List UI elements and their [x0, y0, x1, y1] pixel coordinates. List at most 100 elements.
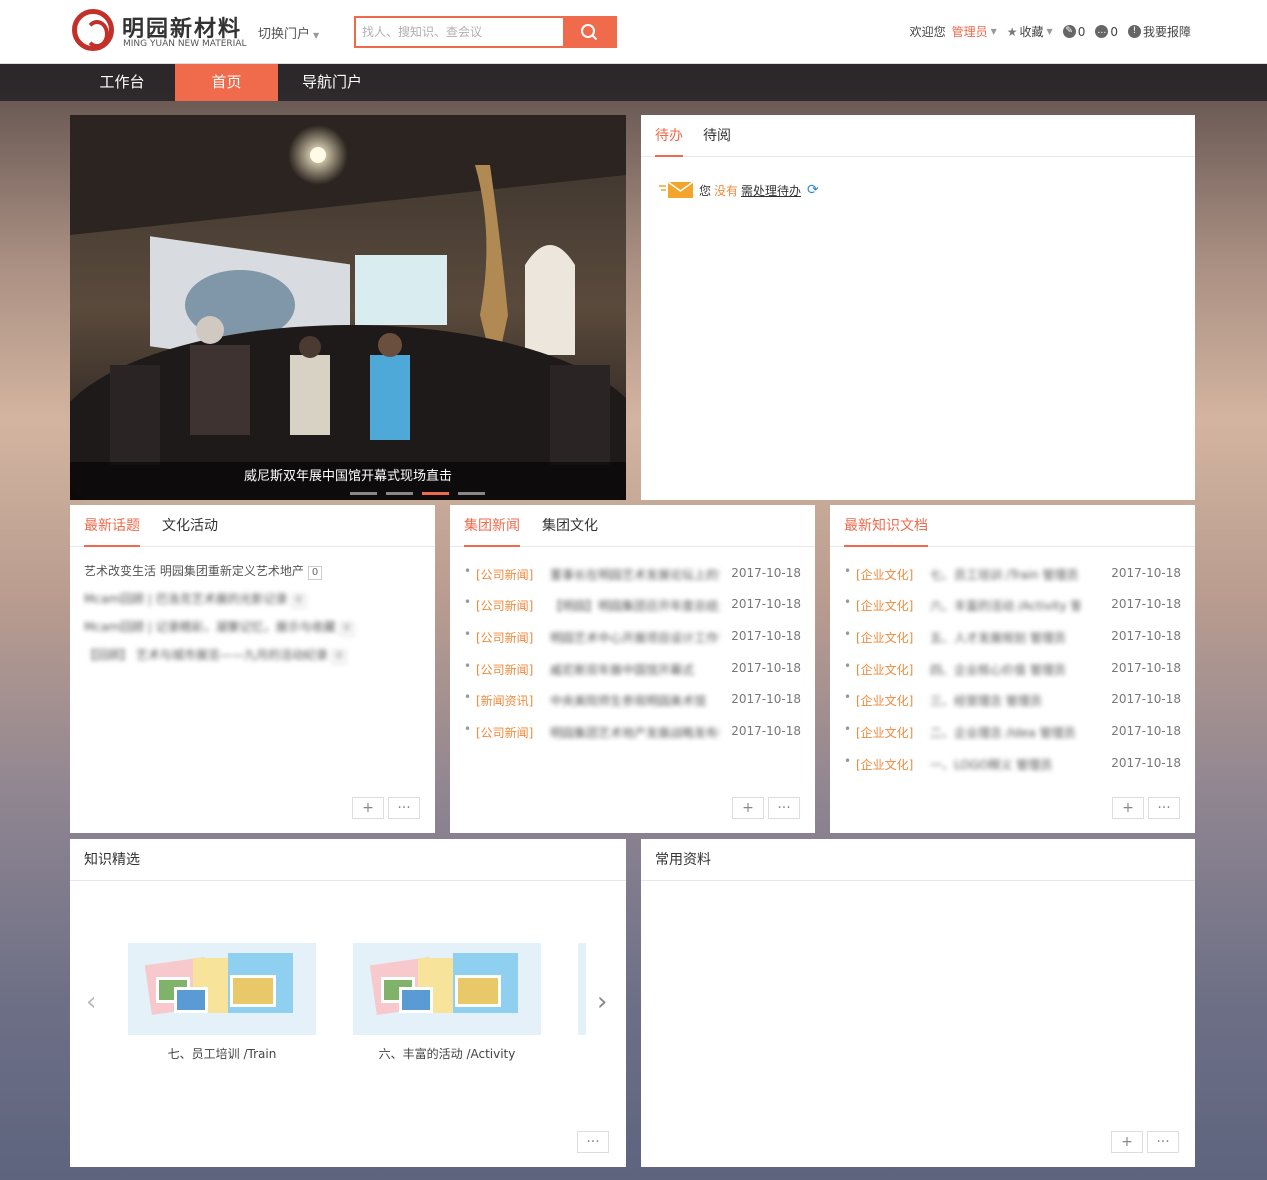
search-box	[354, 16, 617, 48]
knowledge-card-caption[interactable]: 六、丰富的活动 /Activity	[353, 1045, 541, 1062]
tab-group-news[interactable]: 集团新闻	[464, 505, 520, 547]
more-button[interactable]: ···	[1148, 797, 1180, 819]
topic-item[interactable]: 艺术改变生活 明园集团重新定义艺术地产 0	[84, 562, 323, 582]
doc-date: 2017-10-18	[1111, 629, 1181, 643]
todo-prefix: 您	[699, 183, 712, 198]
topics-tabs: 最新话题 文化活动	[70, 505, 435, 547]
chat-icon: …	[1095, 25, 1109, 38]
news-row[interactable]: • [新闻资讯] 中央美院师生参观明园美术馆 2017-10-18	[464, 690, 801, 710]
doc-date: 2017-10-18	[1111, 566, 1181, 580]
tab-culture-activities[interactable]: 文化活动	[162, 505, 218, 547]
news-title: 明园艺术中心开展项目设计工作讨论	[550, 631, 720, 645]
search-input[interactable]	[356, 18, 564, 46]
doc-row[interactable]: • [企业文化] 七、员工培训 /Train 管理员 2017-10-18	[844, 564, 1181, 584]
news-row[interactable]: • [公司新闻] 【明园】明园集团召开年度总结大会 2017-10-18	[464, 595, 801, 615]
favorites-menu[interactable]: ★ 收藏 ▼	[1007, 23, 1053, 40]
doc-category: [企业文化]	[856, 758, 914, 772]
featured-header: 知识精选	[70, 839, 626, 881]
nav-item-workbench[interactable]: 工作台	[70, 64, 174, 101]
tab-latest-knowledge-docs[interactable]: 最新知识文档	[844, 505, 928, 547]
doc-title: 六、丰富的活动 /Activity 管理员	[930, 599, 1080, 613]
bullet-icon: •	[844, 659, 852, 673]
nav-item-navigation-portal[interactable]: 导航门户	[280, 64, 384, 101]
folder-images-icon	[369, 953, 518, 1015]
more-button[interactable]: ···	[388, 797, 420, 819]
tab-to-read[interactable]: 待阅	[703, 115, 731, 157]
todo-highlight: 没有	[714, 183, 739, 198]
top-header: 明园新材料 MING YUAN NEW MATERIAL 切换门户▼ 欢迎您管理…	[0, 0, 1267, 64]
news-row[interactable]: • [公司新闻] 威尼斯双年展中国馆开幕式 2017-10-18	[464, 659, 801, 679]
pencil-icon: ✎	[1062, 25, 1076, 38]
doc-row[interactable]: • [企业文化] 六、丰富的活动 /Activity 管理员 2017-10-18	[844, 595, 1181, 615]
edit-notice-counter[interactable]: ✎ 0	[1062, 25, 1085, 39]
bullet-icon: •	[844, 627, 852, 641]
chevron-right-icon[interactable]: ›	[597, 987, 607, 1017]
user-toolbar: 欢迎您 管理员 ▼ ★ 收藏 ▼ ✎ 0 … 0 ! 我要报障	[900, 23, 1191, 40]
carousel-dot-active[interactable]	[422, 492, 449, 495]
news-date: 2017-10-18	[731, 661, 801, 675]
knowledge-card-thumbnail[interactable]	[353, 943, 541, 1035]
news-category: [公司新闻]	[476, 631, 534, 645]
more-button[interactable]: ···	[577, 1131, 609, 1153]
carousel-dot[interactable]	[458, 492, 485, 495]
topic-item[interactable]: Mcam回顾 | 巴洛克艺术展的光影记录 0	[84, 590, 307, 610]
add-button[interactable]: +	[1111, 1131, 1143, 1153]
knowledge-docs-panel: 最新知识文档 • [企业文化] 七、员工培训 /Train 管理员 2017-10-1…	[830, 505, 1195, 833]
add-button[interactable]: +	[732, 797, 764, 819]
doc-category: [企业文化]	[856, 599, 914, 613]
add-button[interactable]: +	[352, 797, 384, 819]
refresh-icon[interactable]: ⟳	[807, 182, 819, 198]
tab-latest-topics[interactable]: 最新话题	[84, 505, 140, 547]
doc-date: 2017-10-18	[1111, 756, 1181, 770]
tab-todo[interactable]: 待办	[655, 115, 683, 157]
todo-link[interactable]: 需处理待办	[741, 182, 801, 199]
doc-title: 七、员工培训 /Train 管理员	[930, 568, 1079, 582]
message-counter[interactable]: … 0	[1095, 25, 1118, 39]
topic-item[interactable]: Mcam回顾 | 记录精彩，凝聚记忆，展示与收藏 0	[84, 618, 355, 638]
doc-title: 四、企业核心价值 管理员	[930, 663, 1066, 677]
report-issue-link[interactable]: ! 我要报障	[1127, 23, 1191, 40]
folder-images-icon	[144, 953, 293, 1015]
search-icon	[581, 24, 598, 41]
news-row[interactable]: • [公司新闻] 明园艺术中心开展项目设计工作讨论 2017-10-18	[464, 627, 801, 647]
topic-count: 0	[331, 650, 347, 664]
doc-row[interactable]: • [企业文化] 五、人才发展规划 管理员 2017-10-18	[844, 627, 1181, 647]
todo-panel: 待办 待阅 您 没有 需处理待办 ⟳	[641, 115, 1195, 500]
knowledge-card-partial[interactable]	[578, 943, 586, 1035]
add-button[interactable]: +	[1112, 797, 1144, 819]
switch-portal-dropdown[interactable]: 切换门户 ▼	[258, 23, 319, 42]
news-row[interactable]: • [公司新闻] 明园集团艺术地产发展战略发布会 2017-10-18	[464, 722, 801, 742]
more-button[interactable]: ···	[1147, 1131, 1179, 1153]
bullet-icon: •	[844, 595, 852, 609]
featured-knowledge-panel: 知识精选 ‹ 七、员工培训 /Train 六、丰富的活动 /Activity ›…	[70, 839, 626, 1167]
doc-row[interactable]: • [企业文化] 一、LOGO释义 管理员 2017-10-18	[844, 754, 1181, 774]
company-logo[interactable]: 明园新材料 MING YUAN NEW MATERIAL	[72, 9, 262, 53]
more-button[interactable]: ···	[768, 797, 800, 819]
doc-category: [企业文化]	[856, 631, 914, 645]
doc-row[interactable]: • [企业文化] 二、企业理念 /Idea 管理员 2017-10-18	[844, 722, 1181, 742]
knowledge-card-caption[interactable]: 七、员工培训 /Train	[128, 1045, 316, 1062]
search-button[interactable]	[563, 18, 615, 46]
tab-group-culture[interactable]: 集团文化	[542, 505, 598, 547]
topic-title: 【回顾】 艺术与城市展览——九月的活动纪录	[84, 648, 328, 662]
doc-category: [企业文化]	[856, 726, 914, 740]
news-date: 2017-10-18	[731, 692, 801, 706]
topic-item[interactable]: 【回顾】 艺术与城市展览——九月的活动纪录 0	[84, 646, 347, 666]
doc-category: [企业文化]	[856, 568, 914, 582]
news-title: 威尼斯双年展中国馆开幕式	[550, 663, 695, 677]
doc-row[interactable]: • [企业文化] 四、企业核心价值 管理员 2017-10-18	[844, 659, 1181, 679]
news-date: 2017-10-18	[731, 629, 801, 643]
carousel-dot[interactable]	[386, 492, 413, 495]
news-row[interactable]: • [公司新闻] 董事长在明园艺术发展论坛上的讲话 2017-10-18	[464, 564, 801, 584]
banner-carousel[interactable]: 威尼斯双年展中国馆开幕式现场直击	[70, 115, 626, 500]
knowledge-card-thumbnail[interactable]	[128, 943, 316, 1035]
doc-row[interactable]: • [企业文化] 三、经营理念 管理员 2017-10-18	[844, 690, 1181, 710]
bullet-icon: •	[464, 659, 472, 673]
username-dropdown[interactable]: 管理员	[952, 23, 988, 40]
star-icon: ★	[1006, 24, 1018, 39]
nav-item-home[interactable]: 首页	[175, 64, 278, 101]
doc-title: 三、经营理念 管理员	[930, 694, 1042, 708]
carousel-dot[interactable]	[350, 492, 377, 495]
group-news-tabs: 集团新闻 集团文化	[450, 505, 815, 547]
chevron-left-icon[interactable]: ‹	[86, 987, 96, 1017]
